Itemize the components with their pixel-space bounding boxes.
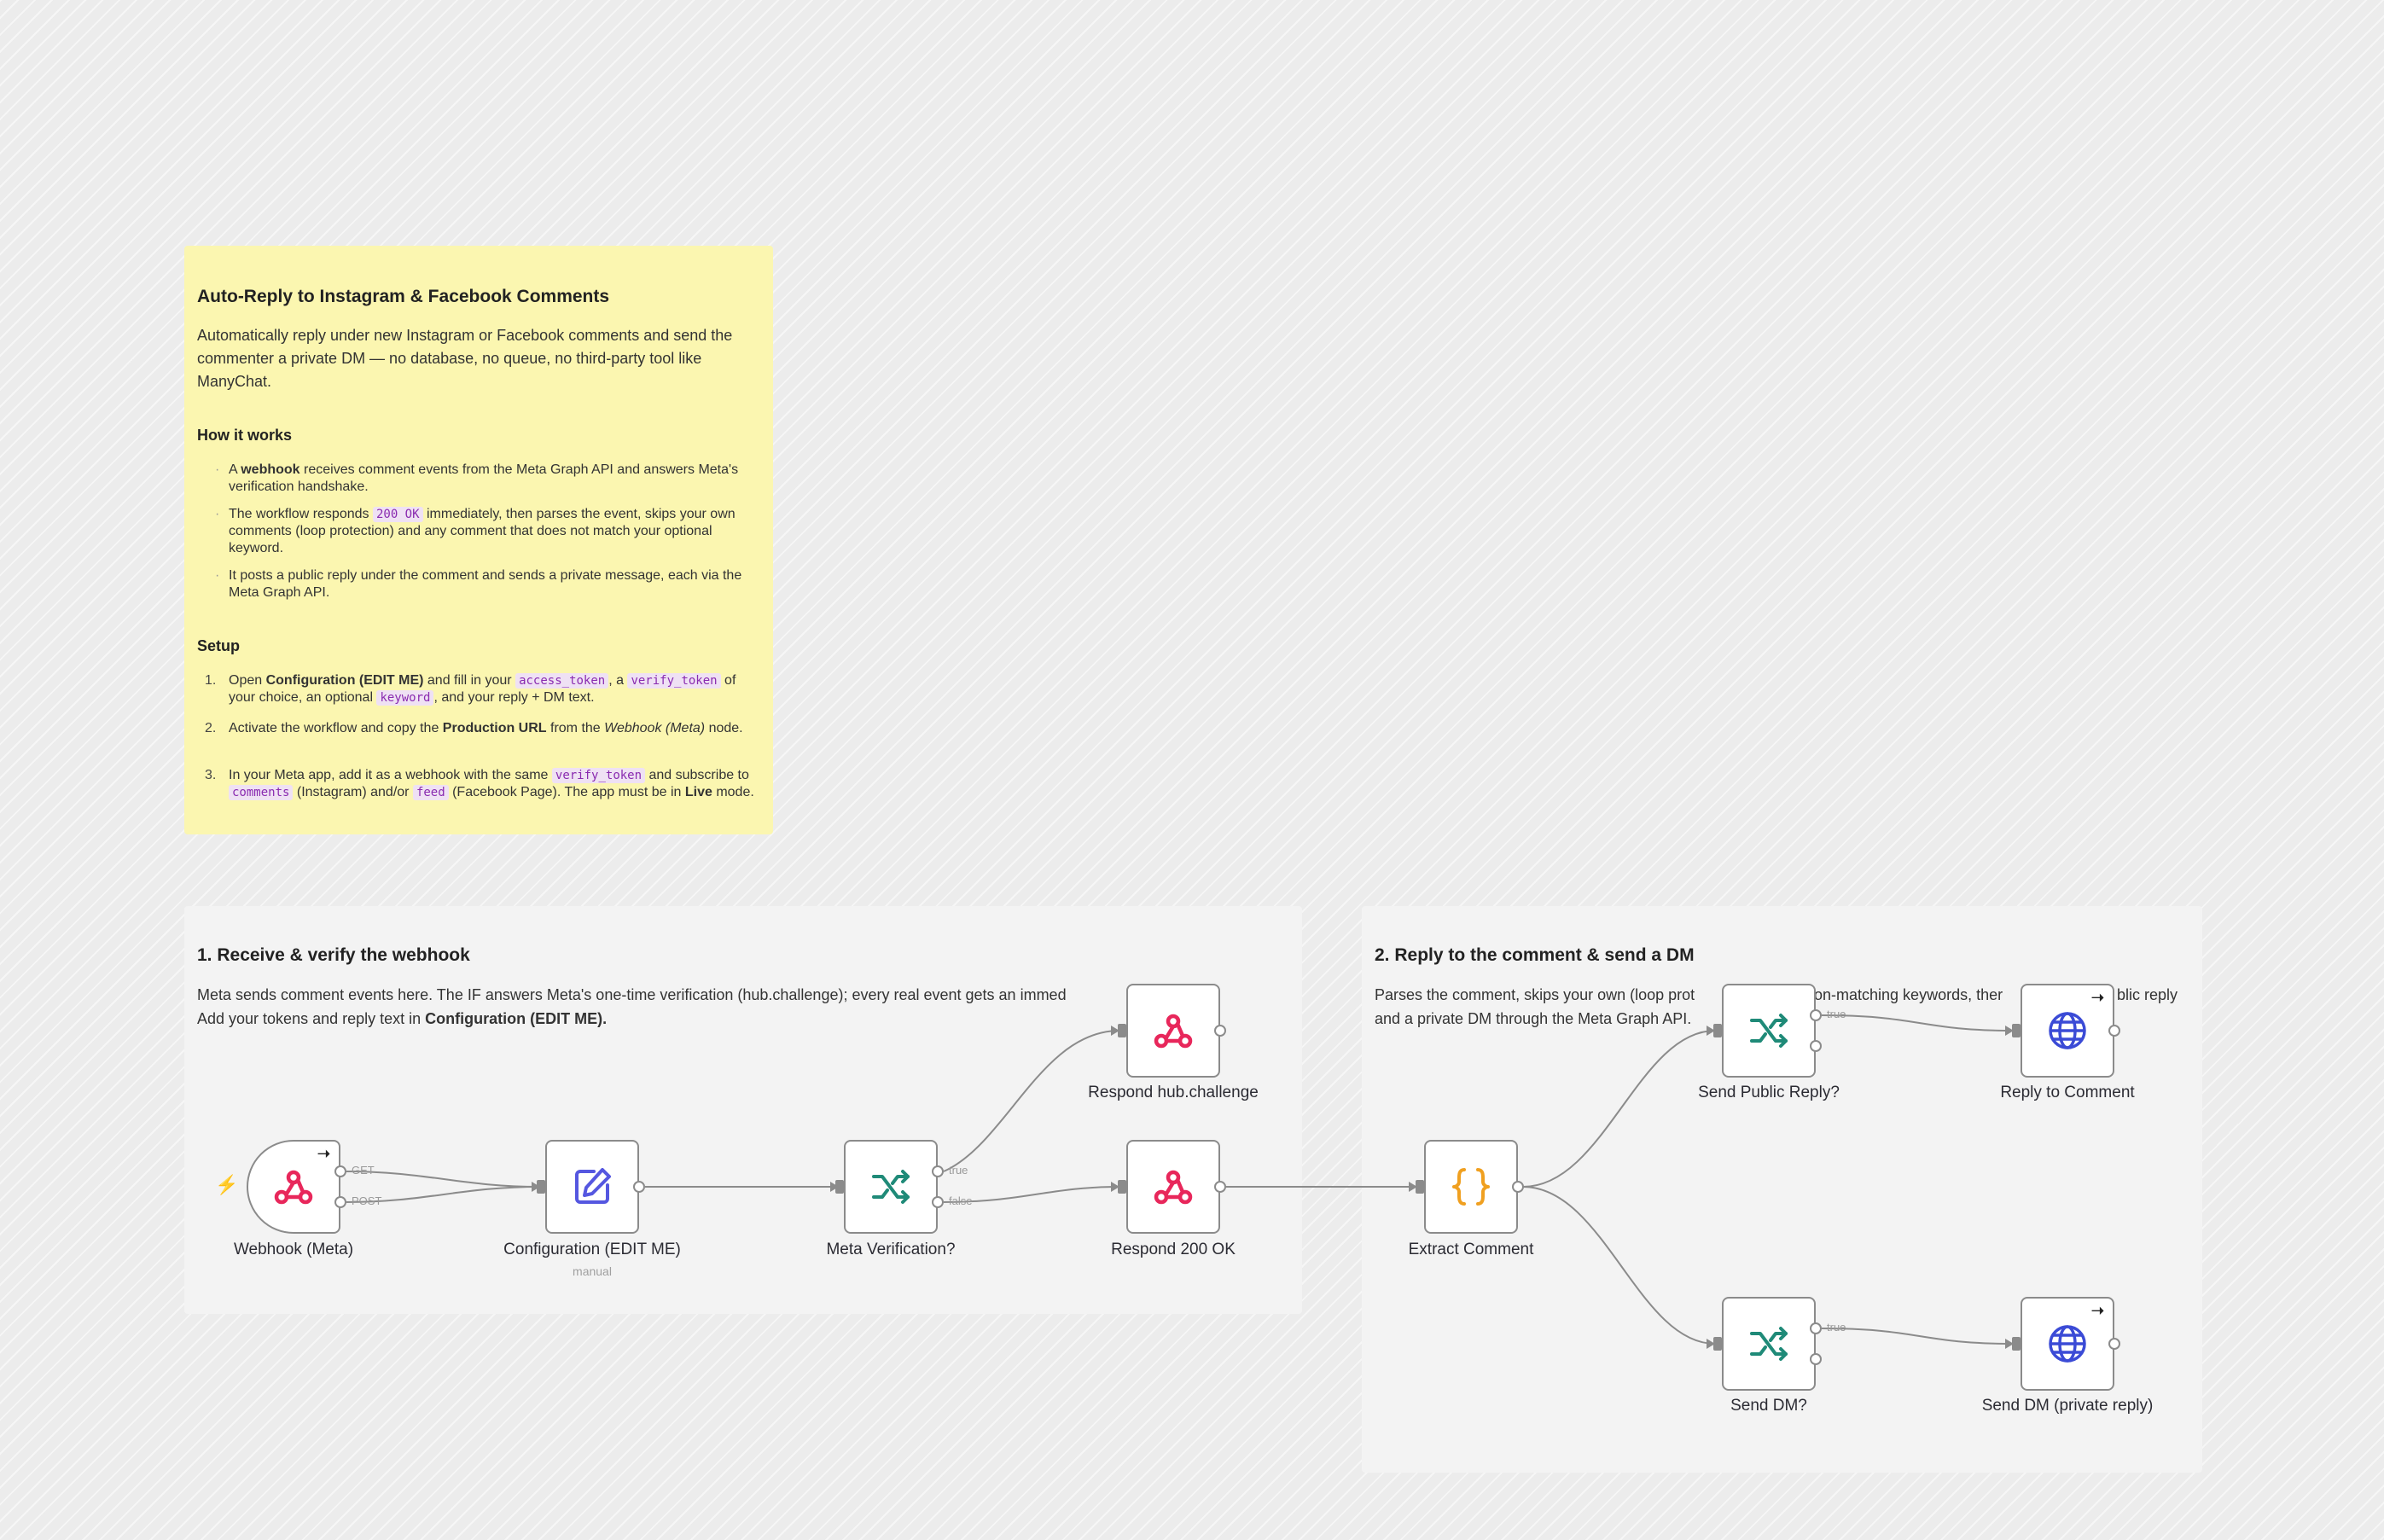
branch-label-false: false [949,1194,973,1207]
port-send-dm-in[interactable] [2012,1337,2021,1351]
port-extract-in[interactable] [1416,1180,1424,1194]
port-public-in[interactable] [1713,1024,1722,1037]
port-dm-if-true[interactable] [1810,1322,1822,1334]
edge-webhook-get-to-config [346,1171,541,1188]
webhook-icon [1154,1170,1193,1205]
label-extract-comment: Extract Comment [1408,1241,1534,1258]
node-webhook-meta[interactable]: ➝ [247,1140,340,1234]
label-send-dm: Send DM (private reply) [1981,1397,2154,1415]
port-verification-in[interactable] [835,1180,844,1194]
port-reply-out[interactable] [2108,1025,2120,1037]
webhook-icon [1154,1014,1193,1049]
node-configuration[interactable] [545,1140,639,1234]
label-configuration-sub: manual [573,1264,612,1278]
port-200-out[interactable] [1214,1181,1226,1193]
edge-extract-to-dm [1522,1186,1716,1345]
if-branch-icon [872,1170,910,1204]
trigger-bolt-icon: ⚡ [215,1174,239,1195]
branch-label-true: true [949,1164,968,1177]
if-branch-icon [1750,1014,1788,1048]
node-send-dm[interactable]: ➝ [2021,1297,2114,1391]
branch-label-public-true: true [1827,1008,1846,1020]
node-reply-to-comment[interactable]: ➝ [2021,984,2114,1078]
port-dm-if-in[interactable] [1713,1337,1722,1351]
if-branch-icon [1750,1327,1788,1361]
globe-icon [2049,1325,2086,1363]
label-respond-hub-challenge: Respond hub.challenge [1088,1084,1259,1101]
port-extract-out[interactable] [1512,1181,1524,1193]
port-dm-if-false[interactable] [1810,1353,1822,1365]
port-reply-in[interactable] [2012,1024,2021,1037]
port-verification-false[interactable] [932,1196,944,1208]
port-hub-out[interactable] [1214,1025,1226,1037]
edge-public-true-to-reply [1821,1014,2015,1032]
node-respond-200-ok[interactable] [1126,1140,1220,1234]
port-webhook-post[interactable] [334,1196,346,1208]
label-meta-verification: Meta Verification? [826,1241,956,1258]
edge-extract-to-public [1522,1030,1716,1188]
port-hub-in[interactable] [1118,1024,1126,1037]
port-config-out[interactable] [633,1181,645,1193]
port-webhook-get[interactable] [334,1165,346,1177]
label-webhook-meta: Webhook (Meta) [233,1241,354,1258]
label-configuration: Configuration (EDIT ME) [503,1241,681,1258]
action-arrow-icon: ➝ [2090,989,2104,1006]
node-meta-verification[interactable] [844,1140,938,1234]
trigger-arrow-icon: ➝ [317,1145,330,1162]
node-extract-comment[interactable] [1424,1140,1518,1234]
code-braces-icon [1452,1168,1490,1206]
label-respond-200-ok: Respond 200 OK [1111,1241,1236,1258]
node-respond-hub-challenge[interactable] [1126,984,1220,1078]
edit-icon [575,1168,611,1204]
label-reply-to-comment: Reply to Comment [2000,1084,2135,1101]
port-send-dm-out[interactable] [2108,1338,2120,1350]
port-public-true[interactable] [1810,1009,1822,1021]
port-200-in[interactable] [1118,1180,1126,1194]
webhook-icon [274,1170,313,1205]
port-verification-true[interactable] [932,1165,944,1177]
branch-label-get: GET [352,1164,375,1177]
label-send-dm-if: Send DM? [1730,1397,1807,1415]
label-send-public-reply-if: Send Public Reply? [1698,1084,1840,1101]
branch-label-post: POST [352,1194,382,1207]
branch-label-dm-true: true [1827,1321,1846,1334]
globe-icon [2049,1012,2086,1049]
port-config-in[interactable] [537,1180,545,1194]
node-send-dm-if[interactable] [1722,1297,1816,1391]
action-arrow-icon: ➝ [2090,1302,2104,1319]
port-public-false[interactable] [1810,1040,1822,1052]
edge-dm-true-to-send [1821,1328,2015,1345]
node-send-public-reply-if[interactable] [1722,984,1816,1078]
